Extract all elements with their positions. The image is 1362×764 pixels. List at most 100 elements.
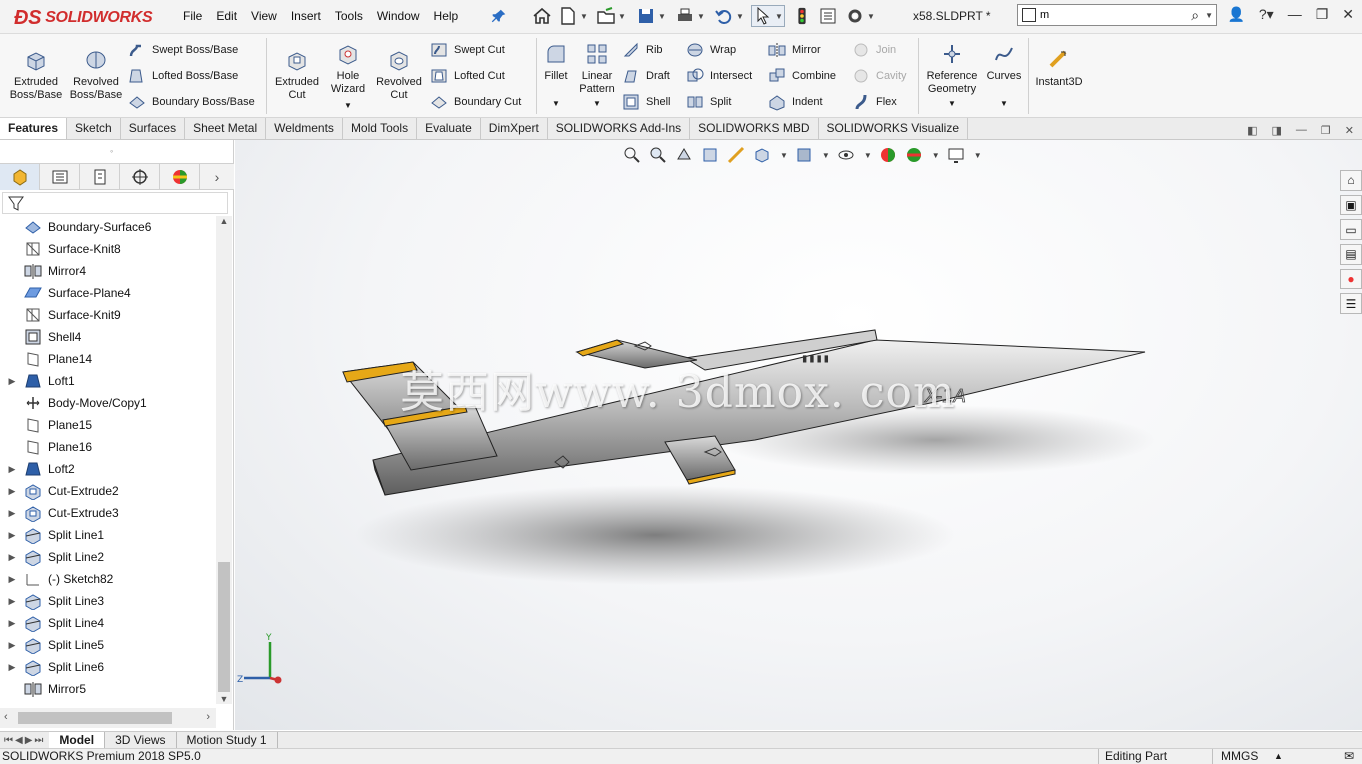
intersect-button[interactable]: Intersect [686,66,752,86]
tree-vertical-scroll-thumb[interactable] [218,562,230,692]
expand-arrow-icon[interactable]: ▶ [6,486,18,497]
tree-item[interactable]: ▶ Split Line5 [0,634,216,656]
tab-sheet-metal[interactable]: Sheet Metal [185,118,267,139]
curves-dropdown-icon[interactable]: ▼ [1000,97,1008,110]
menu-insert[interactable]: Insert [284,8,328,24]
indent-button[interactable]: Indent [768,92,823,112]
tree-item[interactable]: Surface-Plane4 [0,282,216,304]
design-library-icon[interactable]: ▣ [1340,194,1362,216]
search-input[interactable] [1040,9,1170,21]
aircraft-model[interactable]: ▮▮▮▮ X-1A [235,140,1362,730]
section-view-icon[interactable] [700,145,720,165]
tab-scroll-right-icon[interactable]: › [200,164,234,190]
new-document-icon[interactable]: ▼ [558,5,588,27]
hide-show-items-icon[interactable] [836,145,856,165]
zoom-to-area-icon[interactable] [648,145,668,165]
draft-button[interactable]: Draft [622,66,670,86]
unit-system-dropdown-icon[interactable]: ▲ [1274,749,1283,764]
tab-surfaces[interactable]: Surfaces [121,118,186,139]
help-icon[interactable]: ?▾ [1259,6,1274,23]
select-pointer-icon[interactable]: ▼ [751,5,785,27]
extruded-boss-button[interactable]: Extruded Boss/Base [8,48,64,102]
file-properties-icon[interactable] [817,5,839,27]
status-message-icon[interactable]: ✉ [1344,749,1354,764]
swept-boss-button[interactable]: Swept Boss/Base [128,40,238,60]
status-unit-system[interactable]: MMGS [1212,749,1258,764]
save-icon[interactable]: ▼ [634,5,668,27]
view-orientation-dropdown-icon[interactable]: ▼ [780,151,788,160]
zoom-to-fit-icon[interactable] [622,145,642,165]
viewport-restore-icon[interactable]: ❐ [1321,124,1331,137]
scroll-down-icon[interactable]: ▼ [216,694,232,704]
tab-solidworks-add-ins[interactable]: SOLIDWORKS Add-Ins [548,118,691,139]
shell-button[interactable]: Shell [622,92,670,112]
tab-model[interactable]: Model [49,732,106,748]
expand-arrow-icon[interactable]: ▶ [6,618,18,629]
panel-collapse-left-icon[interactable]: ◧ [1247,124,1257,137]
swept-cut-button[interactable]: Swept Cut [430,40,505,60]
search-magnifier-icon[interactable]: ⌕ [1191,7,1199,24]
expand-arrow-icon[interactable]: ▶ [6,530,18,541]
options-gear-icon[interactable]: ▼ [843,5,877,27]
expand-arrow-icon[interactable]: ▶ [6,552,18,563]
filter-funnel-icon[interactable] [7,194,25,212]
tab-sketch[interactable]: Sketch [67,118,121,139]
tree-item[interactable]: Shell4 [0,326,216,348]
fillet-dropdown-icon[interactable]: ▼ [552,97,560,110]
tab-mold-tools[interactable]: Mold Tools [343,118,418,139]
menu-window[interactable]: Window [370,8,427,24]
tab-dimxpert-manager[interactable] [120,164,160,190]
tab-configuration-manager[interactable] [80,164,120,190]
tree-item[interactable]: Plane14 [0,348,216,370]
hide-show-dropdown-icon[interactable]: ▼ [864,151,872,160]
reference-geometry-button[interactable]: Reference Geometry ▼ [922,42,982,110]
view-settings-dropdown-icon[interactable]: ▼ [974,151,982,160]
scroll-right-icon[interactable]: › [206,711,210,723]
search-dropdown-icon[interactable]: ▼ [1205,11,1213,20]
tree-horizontal-scroll-thumb[interactable] [18,712,172,724]
apply-scene-icon[interactable] [904,145,924,165]
tab-property-manager[interactable] [40,164,80,190]
expand-arrow-icon[interactable]: ▶ [6,464,18,475]
panel-splitter-handle-icon[interactable]: ◦ [110,146,113,156]
boundary-boss-button[interactable]: Boundary Boss/Base [128,92,255,112]
tree-filter-row[interactable] [2,192,228,214]
edit-appearance-icon[interactable] [878,145,898,165]
tree-item[interactable]: ▶ Cut-Extrude3 [0,502,216,524]
fillet-button[interactable]: Fillet ▼ [540,42,572,110]
lofted-boss-button[interactable]: Lofted Boss/Base [128,66,238,86]
linear-pattern-button[interactable]: Linear Pattern ▼ [576,42,618,110]
tab-evaluate[interactable]: Evaluate [417,118,481,139]
search-box[interactable]: ⌕ ▼ [1017,4,1217,26]
tree-item[interactable]: Plane16 [0,436,216,458]
tree-item[interactable]: ▶ Split Line3 [0,590,216,612]
user-icon[interactable]: 👤 [1227,6,1244,23]
tab-solidworks-visualize[interactable]: SOLIDWORKS Visualize [819,118,969,139]
panel-collapse-right-icon[interactable]: ◨ [1272,124,1282,137]
tree-item[interactable]: ▶ Split Line2 [0,546,216,568]
hole-wizard-button[interactable]: Hole Wizard ▼ [326,42,370,112]
pin-icon[interactable] [490,5,508,27]
tree-item[interactable]: Mirror5 [0,678,216,700]
task-pane-home-icon[interactable]: ⌂ [1340,170,1362,191]
tree-item[interactable]: ▶ Split Line4 [0,612,216,634]
expand-arrow-icon[interactable]: ▶ [6,376,18,387]
curves-button[interactable]: Curves ▼ [984,42,1024,110]
tree-item[interactable]: Mirror4 [0,260,216,282]
scroll-left-icon[interactable]: ‹ [4,711,8,723]
boundary-cut-button[interactable]: Boundary Cut [430,92,521,112]
custom-properties-icon[interactable]: ☰ [1340,293,1362,315]
expand-arrow-icon[interactable]: ▶ [6,508,18,519]
reference-geometry-dropdown-icon[interactable]: ▼ [948,97,956,110]
restore-icon[interactable]: ❐ [1316,6,1329,23]
rebuild-traffic-light-icon[interactable] [793,5,811,27]
view-settings-monitor-icon[interactable] [946,145,966,165]
tree-item[interactable]: ▶ Loft2 [0,458,216,480]
lofted-cut-button[interactable]: Lofted Cut [430,66,505,86]
display-style-icon[interactable] [794,145,814,165]
tab-motion-study[interactable]: Motion Study 1 [177,732,278,748]
tree-item[interactable]: ▶ (-) Sketch82 [0,568,216,590]
home-icon[interactable] [531,5,553,27]
cavity-button[interactable]: Cavity [852,66,907,86]
open-icon[interactable]: ▼ [594,5,628,27]
